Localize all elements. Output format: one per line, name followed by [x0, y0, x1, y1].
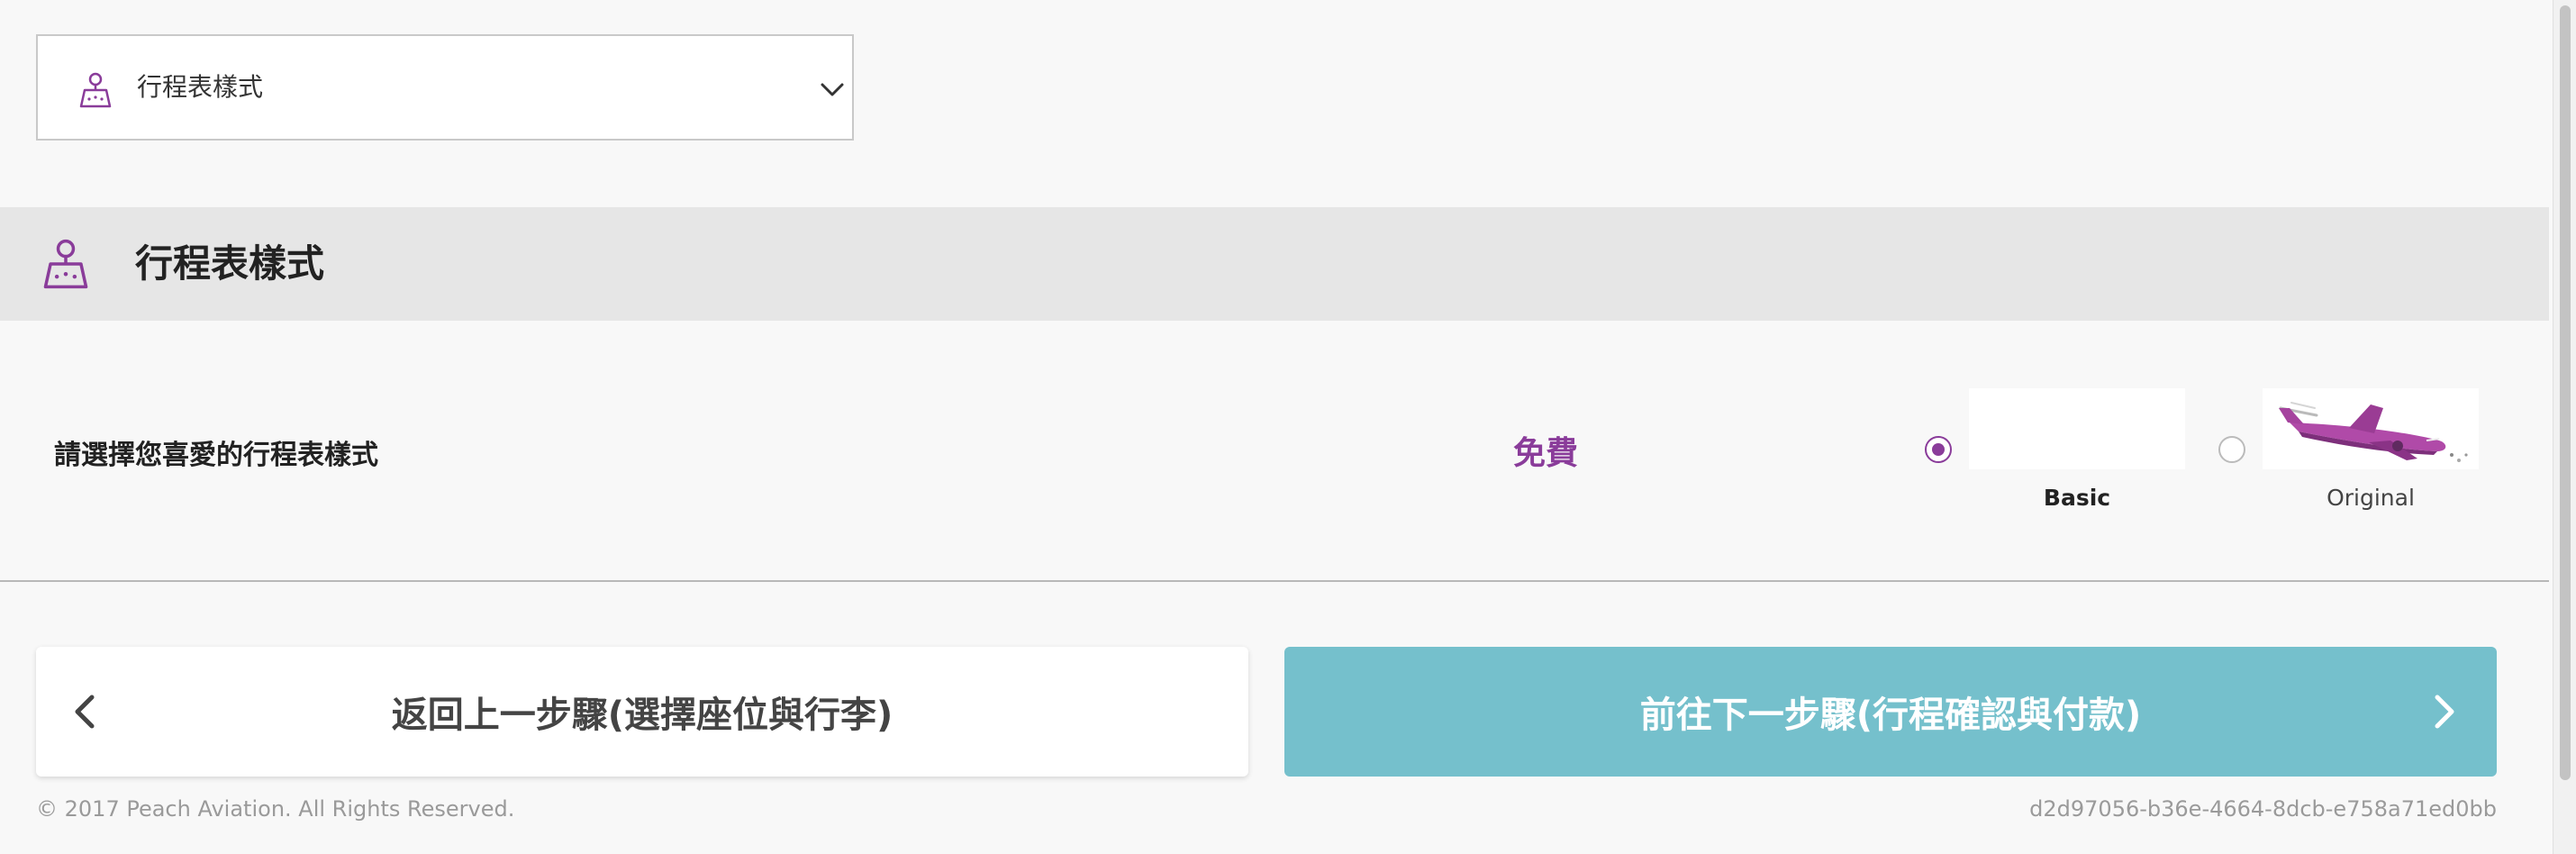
map-pin-icon	[79, 72, 112, 108]
chevron-left-icon	[75, 695, 95, 729]
original-style-label: Original	[2327, 485, 2415, 511]
next-button-label: 前往下一步驟(行程確認與付款)	[1639, 695, 2142, 736]
scrollbar-thumb[interactable]	[2560, 5, 2571, 780]
next-button[interactable]: 前往下一步驟(行程確認與付款)	[1284, 647, 2497, 777]
original-style-thumbnail[interactable]	[2263, 388, 2479, 469]
dropdown-label: 行程表樣式	[137, 72, 264, 102]
section-header: 行程表樣式	[0, 207, 2549, 321]
chevron-down-icon	[821, 83, 844, 96]
section-title: 行程表樣式	[135, 241, 325, 286]
section-divider	[0, 580, 2549, 582]
itinerary-style-dropdown[interactable]: 行程表樣式	[36, 34, 854, 141]
map-pin-icon	[43, 239, 88, 289]
chevron-right-icon	[2435, 695, 2454, 729]
back-button[interactable]: 返回上一步驟(選擇座位與行李)	[36, 647, 1248, 777]
price-label: 免費	[1513, 435, 1579, 472]
radio-basic[interactable]	[1925, 436, 1952, 463]
airplane-image	[2279, 402, 2468, 462]
radio-original[interactable]	[2218, 436, 2245, 463]
basic-style-label: Basic	[2043, 485, 2111, 511]
copyright-text: © 2017 Peach Aviation. All Rights Reserv…	[36, 796, 515, 822]
basic-style-thumbnail[interactable]	[1969, 388, 2185, 469]
session-id: d2d97056-b36e-4664-8dcb-e758a71ed0bb	[2029, 796, 2497, 822]
option-prompt: 請選擇您喜愛的行程表樣式	[54, 440, 378, 471]
back-button-label: 返回上一步驟(選擇座位與行李)	[391, 695, 893, 736]
